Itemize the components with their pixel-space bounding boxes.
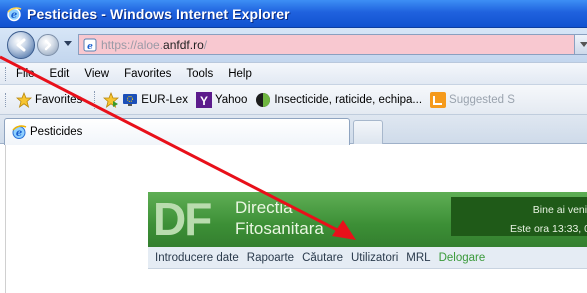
favorite-link-suggested-sites[interactable]: Suggested S bbox=[430, 91, 515, 108]
address-bar[interactable]: e https://aloe. anfdf.ro / bbox=[78, 34, 587, 55]
recent-pages-dropdown[interactable] bbox=[64, 41, 72, 46]
favorites-button[interactable]: Favorites bbox=[35, 94, 82, 106]
favorite-link-insecticide[interactable]: Insecticide, raticide, echipa... bbox=[255, 92, 422, 108]
favorite-link-label: EUR-Lex bbox=[141, 93, 188, 106]
internet-explorer-icon: e bbox=[12, 125, 27, 139]
nav-link-delogare[interactable]: Delogare bbox=[439, 252, 486, 264]
address-dropdown-button[interactable] bbox=[574, 35, 587, 54]
brand-line-1: Directia bbox=[235, 198, 293, 217]
menu-view[interactable]: View bbox=[84, 68, 109, 80]
site-logo: DF bbox=[153, 193, 212, 245]
site-brand-name: Directia Fitosanitara bbox=[235, 197, 324, 239]
menu-bar: File Edit View Favorites Tools Help bbox=[0, 62, 587, 84]
svg-text:e: e bbox=[16, 128, 22, 139]
svg-text:e: e bbox=[11, 10, 17, 21]
menu-help[interactable]: Help bbox=[228, 68, 252, 80]
left-panel-edge bbox=[0, 145, 6, 293]
favorites-star-icon[interactable] bbox=[16, 91, 32, 108]
welcome-box: Bine ai venit Este ora 13:33, 0 bbox=[451, 197, 587, 236]
address-url-domain: anfdf.ro bbox=[163, 37, 204, 52]
eu-monitor-icon bbox=[123, 93, 138, 106]
add-to-favorites-bar-icon[interactable] bbox=[103, 91, 120, 108]
svg-text:Y: Y bbox=[200, 94, 208, 108]
internet-explorer-icon: e bbox=[7, 6, 22, 21]
back-button[interactable] bbox=[7, 31, 35, 59]
menu-file[interactable]: File bbox=[16, 68, 35, 80]
favorite-link-label: Yahoo bbox=[214, 93, 248, 106]
address-url-prefix: https://aloe. bbox=[101, 37, 164, 52]
address-url-suffix: / bbox=[203, 37, 208, 52]
tab-bar: e Pesticides bbox=[0, 114, 587, 145]
navigation-bar: e https://aloe. anfdf.ro / bbox=[0, 28, 587, 62]
globe-icon bbox=[256, 92, 271, 107]
menu-tools[interactable]: Tools bbox=[186, 68, 213, 80]
toolbar-grip[interactable] bbox=[5, 92, 8, 107]
favorite-link-label: Suggested S bbox=[449, 93, 515, 106]
window-title: Pesticides - Windows Internet Explorer bbox=[27, 5, 290, 22]
nav-link-rapoarte[interactable]: Rapoarte bbox=[247, 252, 294, 264]
brand-line-2: Fitosanitara bbox=[235, 219, 324, 238]
suggested-sites-icon bbox=[430, 91, 447, 108]
nav-link-utilizatori[interactable]: Utilizatori bbox=[351, 252, 398, 264]
tab-label: Pesticides bbox=[30, 126, 83, 138]
nav-link-mrl[interactable]: MRL bbox=[406, 252, 430, 264]
welcome-time: Este ora 13:33, 0 bbox=[510, 223, 587, 235]
toolbar-separator bbox=[94, 90, 96, 109]
back-arrow-icon bbox=[16, 38, 26, 52]
welcome-greeting: Bine ai venit bbox=[532, 204, 587, 216]
forward-arrow-icon bbox=[44, 39, 52, 51]
window-titlebar: e Pesticides - Windows Internet Explorer bbox=[0, 0, 587, 28]
yahoo-icon: Y bbox=[195, 91, 212, 108]
site-header-banner: DF Directia Fitosanitara Bine ai venit E… bbox=[148, 192, 587, 247]
favorites-bar: Favorites EUR-Lex Y Yahoo Insecticide, r… bbox=[0, 84, 587, 114]
svg-text:e: e bbox=[87, 42, 93, 52]
tab-pesticides[interactable]: e Pesticides bbox=[4, 118, 350, 145]
site-navigation: Introducere date Rapoarte Căutare Utiliz… bbox=[148, 247, 587, 269]
chevron-down-icon bbox=[579, 42, 587, 47]
new-tab-button[interactable] bbox=[353, 120, 383, 144]
favorite-link-eurlex[interactable]: EUR-Lex bbox=[122, 92, 188, 108]
forward-button[interactable] bbox=[37, 34, 59, 56]
nav-link-introducere-date[interactable]: Introducere date bbox=[155, 252, 239, 264]
favorite-link-yahoo[interactable]: Y Yahoo bbox=[195, 91, 248, 108]
toolbar-grip[interactable] bbox=[5, 66, 8, 81]
page-content: DF Directia Fitosanitara Bine ai venit E… bbox=[0, 145, 587, 293]
nav-link-cautare[interactable]: Căutare bbox=[302, 252, 343, 264]
favorite-link-label: Insecticide, raticide, echipa... bbox=[274, 93, 423, 106]
menu-edit[interactable]: Edit bbox=[50, 68, 70, 80]
menu-favorites[interactable]: Favorites bbox=[124, 68, 171, 80]
page-icon: e bbox=[83, 38, 97, 52]
